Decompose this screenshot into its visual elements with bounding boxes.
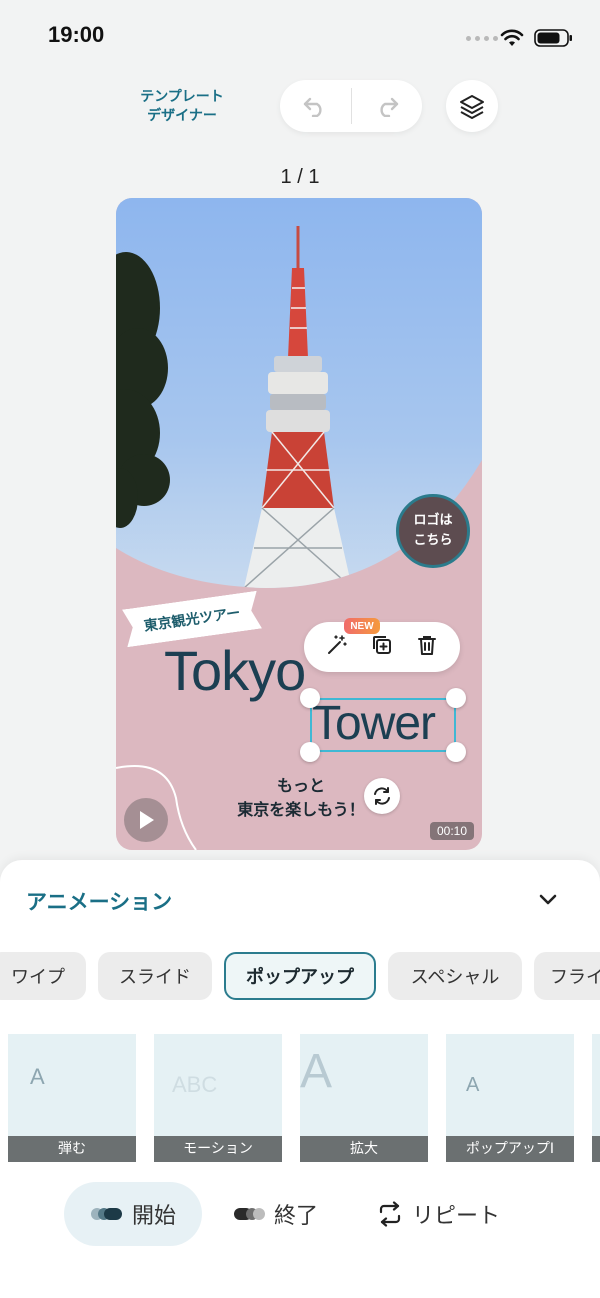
animation-panel: アニメーション ワイプ スライド ポップアップ スペシャル フライ A 弾む A… [0, 860, 600, 1298]
category-fly[interactable]: フライ [534, 952, 600, 1000]
layers-icon [460, 95, 484, 119]
app-title-line2: デザイナー [147, 108, 217, 124]
delete-button[interactable] [415, 633, 439, 661]
repeat-icon [379, 1201, 401, 1227]
status-time: 19:00 [48, 22, 105, 47]
panel-title: アニメーション [26, 890, 173, 914]
chevron-down-icon [539, 894, 557, 905]
status-bar: 19:00 [0, 0, 600, 76]
effect-label [592, 1136, 600, 1162]
effect-motion[interactable]: ABC モーション [154, 1034, 282, 1162]
animation-category-tabs: ワイプ スライド ポップアップ スペシャル フライ [0, 952, 600, 1000]
battery-icon [534, 29, 572, 47]
category-wipe[interactable]: ワイプ [0, 952, 86, 1000]
timing-end-tab[interactable]: 終了 [232, 1182, 318, 1246]
resize-handle-top-right[interactable] [446, 688, 466, 708]
effect-label: 拡大 [300, 1136, 428, 1162]
effect-label: 弾む [8, 1136, 136, 1162]
effect-next-partial[interactable] [592, 1034, 600, 1162]
timing-repeat-tab[interactable]: リピート [376, 1182, 500, 1246]
magic-wand-icon [327, 635, 347, 654]
animation-effects-list: A 弾む ABC モーション A 拡大 A ポップアップI [0, 1034, 600, 1162]
effect-bounce[interactable]: A 弾む [8, 1034, 136, 1162]
end-toggle-icon [234, 1208, 265, 1220]
redo-icon [380, 97, 398, 117]
wifi-icon [500, 29, 524, 46]
cellular-signal-icon [466, 36, 498, 41]
text-selection-box[interactable] [310, 698, 456, 752]
resize-handle-bottom-left[interactable] [300, 742, 320, 762]
redo-button[interactable] [352, 80, 423, 132]
play-button[interactable] [124, 798, 168, 842]
category-special[interactable]: スペシャル [388, 952, 522, 1000]
duration-label: 00:10 [430, 822, 474, 840]
rotate-handle[interactable] [364, 778, 400, 814]
logo-placeholder[interactable]: ロゴは こちら [396, 494, 470, 568]
trash-icon [418, 636, 437, 655]
undo-button[interactable] [280, 80, 351, 132]
effect-sample: ABC [172, 1072, 218, 1097]
logo-placeholder-line1: ロゴは [413, 513, 453, 528]
template-canvas[interactable]: ロゴは こちら 東京観光ツアー Tokyo Tower NEW もっと 東京を楽… [116, 198, 482, 850]
undo-redo-group [280, 80, 422, 132]
effect-popup-1[interactable]: A ポップアップI [446, 1034, 574, 1162]
timing-start-tab[interactable]: 開始 [64, 1182, 203, 1246]
effect-sample: A [300, 1045, 333, 1098]
category-popup[interactable]: ポップアップ [224, 952, 376, 1000]
new-badge: NEW [344, 618, 380, 634]
page-counter: 1 / 1 [280, 166, 320, 188]
title-tokyo-text[interactable]: Tokyo [164, 638, 306, 703]
element-context-toolbar [304, 622, 460, 672]
play-icon [140, 811, 154, 829]
app-title-line1: テンプレート [140, 89, 224, 105]
effect-zoom[interactable]: A 拡大 [300, 1034, 428, 1162]
layers-button[interactable] [446, 80, 498, 132]
effect-sample: A [466, 1074, 480, 1096]
collapse-panel-button[interactable] [534, 886, 562, 914]
duplicate-button[interactable] [370, 633, 394, 661]
effect-label: ポップアップI [446, 1136, 574, 1162]
rotate-icon [374, 787, 390, 805]
logo-placeholder-line2: こちら [413, 533, 453, 548]
animation-timing-tabs: 開始 終了 リピート [0, 1182, 600, 1246]
effect-sample: A [30, 1064, 45, 1089]
magic-wand-button[interactable] [325, 633, 349, 661]
resize-handle-top-left[interactable] [300, 688, 320, 708]
undo-icon [304, 97, 322, 117]
category-slide[interactable]: スライド [98, 952, 212, 1000]
duplicate-icon [372, 636, 391, 654]
resize-handle-bottom-right[interactable] [446, 742, 466, 762]
effect-label: モーション [154, 1136, 282, 1162]
timing-end-label: 終了 [274, 1204, 319, 1229]
timing-repeat-label: リピート [412, 1204, 501, 1229]
app-title: テンプレート デザイナー [120, 88, 244, 126]
start-toggle-icon [91, 1208, 122, 1220]
timing-start-label: 開始 [132, 1204, 177, 1229]
